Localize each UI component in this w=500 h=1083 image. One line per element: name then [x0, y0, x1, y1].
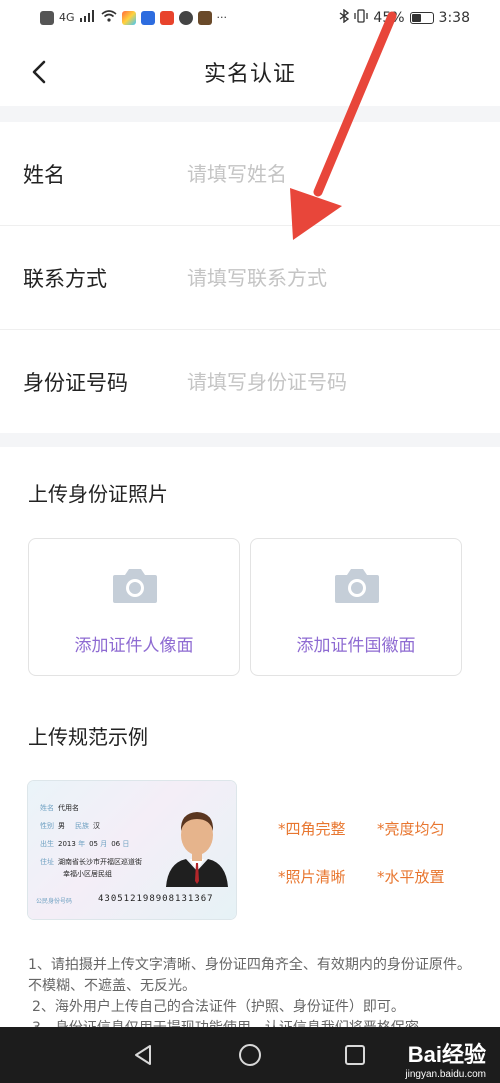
id-card-sample: 姓名 代用名 性别男民族汉 出生 2013 年 05 月 06 日 住址 湖南省长沙市开福… — [28, 781, 236, 919]
id-birth-line: 出生 2013 年 05 月 06 日 — [40, 840, 130, 848]
id-number-row: 身份证号码 — [0, 330, 500, 434]
note-1: 1、请拍摄并上传文字清晰、身份证四角齐全、有效期内的身份证原件。不模糊、不遮盖、… — [28, 957, 471, 994]
triangle-back-icon — [135, 1045, 151, 1065]
name-label: 姓名 — [23, 162, 65, 187]
watermark-logo: Bai经验 — [407, 1042, 486, 1067]
name-input[interactable] — [187, 161, 467, 186]
id-gender-line: 性别男民族汉 — [40, 822, 100, 830]
contact-label: 联系方式 — [23, 266, 107, 291]
id-number-label: 身份证号码 — [23, 371, 128, 395]
watermark-site: jingyan.baidu.com — [405, 1069, 486, 1080]
note-2: 2、海外用户上传自己的合法证件（护照、身份证件）即可。 — [32, 999, 405, 1015]
id-name-line: 姓名 代用名 — [40, 804, 79, 812]
battery-level — [411, 14, 421, 22]
signal-icon — [79, 10, 96, 26]
status-bar: 4G ··· 45% 3:38 — [0, 0, 500, 36]
back-button[interactable] — [26, 54, 56, 90]
circle-home-icon — [239, 1044, 261, 1066]
portrait-icon — [166, 812, 228, 887]
id-number-label: 公民身份号码 — [36, 898, 73, 905]
wifi-icon — [101, 10, 117, 26]
baidu-jingyan-watermark: Bai经验 jingyan.baidu.com — [405, 1037, 486, 1080]
mail-icon — [159, 11, 174, 25]
game-icon — [197, 11, 212, 25]
requirement-corners: *四角完整 — [278, 820, 346, 838]
section-divider — [0, 106, 500, 122]
upload-front-label: 添加证件人像面 — [74, 636, 194, 656]
system-nav-bar: Bai经验 jingyan.baidu.com — [0, 1027, 500, 1083]
id-number-input[interactable] — [187, 370, 467, 394]
chevron-left-icon — [32, 60, 46, 84]
camera-icon — [113, 569, 157, 603]
network-type: 4G — [59, 11, 75, 24]
upload-section-title: 上传身份证照片 — [28, 482, 168, 506]
hd-icon — [40, 11, 54, 25]
music-icon — [140, 11, 155, 25]
more-notifications: ··· — [216, 11, 228, 24]
bluetooth-icon — [339, 8, 350, 27]
id-number: 430512198908131367 — [98, 894, 214, 904]
requirement-level: *水平放置 — [377, 868, 445, 886]
nav-home-button[interactable] — [238, 1043, 262, 1071]
clock: 3:38 — [438, 10, 470, 26]
upload-back-label: 添加证件国徽面 — [296, 636, 416, 656]
example-section-title: 上传规范示例 — [28, 725, 148, 749]
requirement-clarity: *照片清晰 — [278, 868, 346, 886]
page-title: 实名认证 — [203, 62, 296, 87]
contact-input[interactable] — [187, 265, 467, 290]
status-right: 45% 3:38 — [339, 8, 470, 27]
requirement-brightness: *亮度均匀 — [377, 820, 445, 838]
header: 实名认证 — [0, 36, 500, 108]
camera-icon — [335, 569, 379, 603]
app-notification-icon — [121, 11, 136, 25]
square-recent-icon — [345, 1045, 365, 1065]
id-address-line-2: 幸福小区居民组 — [63, 870, 112, 878]
vibrate-icon — [354, 9, 369, 27]
upload-back-button[interactable]: 添加证件国徽面 — [250, 538, 462, 676]
name-row: 姓名 — [0, 122, 500, 226]
battery-icon — [409, 12, 434, 24]
contact-row: 联系方式 — [0, 226, 500, 330]
upload-front-button[interactable]: 添加证件人像面 — [28, 538, 240, 676]
nav-back-button[interactable] — [132, 1043, 154, 1071]
status-left: 4G ··· — [40, 10, 227, 26]
battery-percent: 45% — [373, 10, 405, 26]
shield-icon — [178, 11, 193, 25]
id-address-line: 住址 湖南省长沙市开福区巡道街 — [40, 858, 142, 866]
section-divider — [0, 433, 500, 447]
nav-recent-button[interactable] — [344, 1043, 366, 1071]
